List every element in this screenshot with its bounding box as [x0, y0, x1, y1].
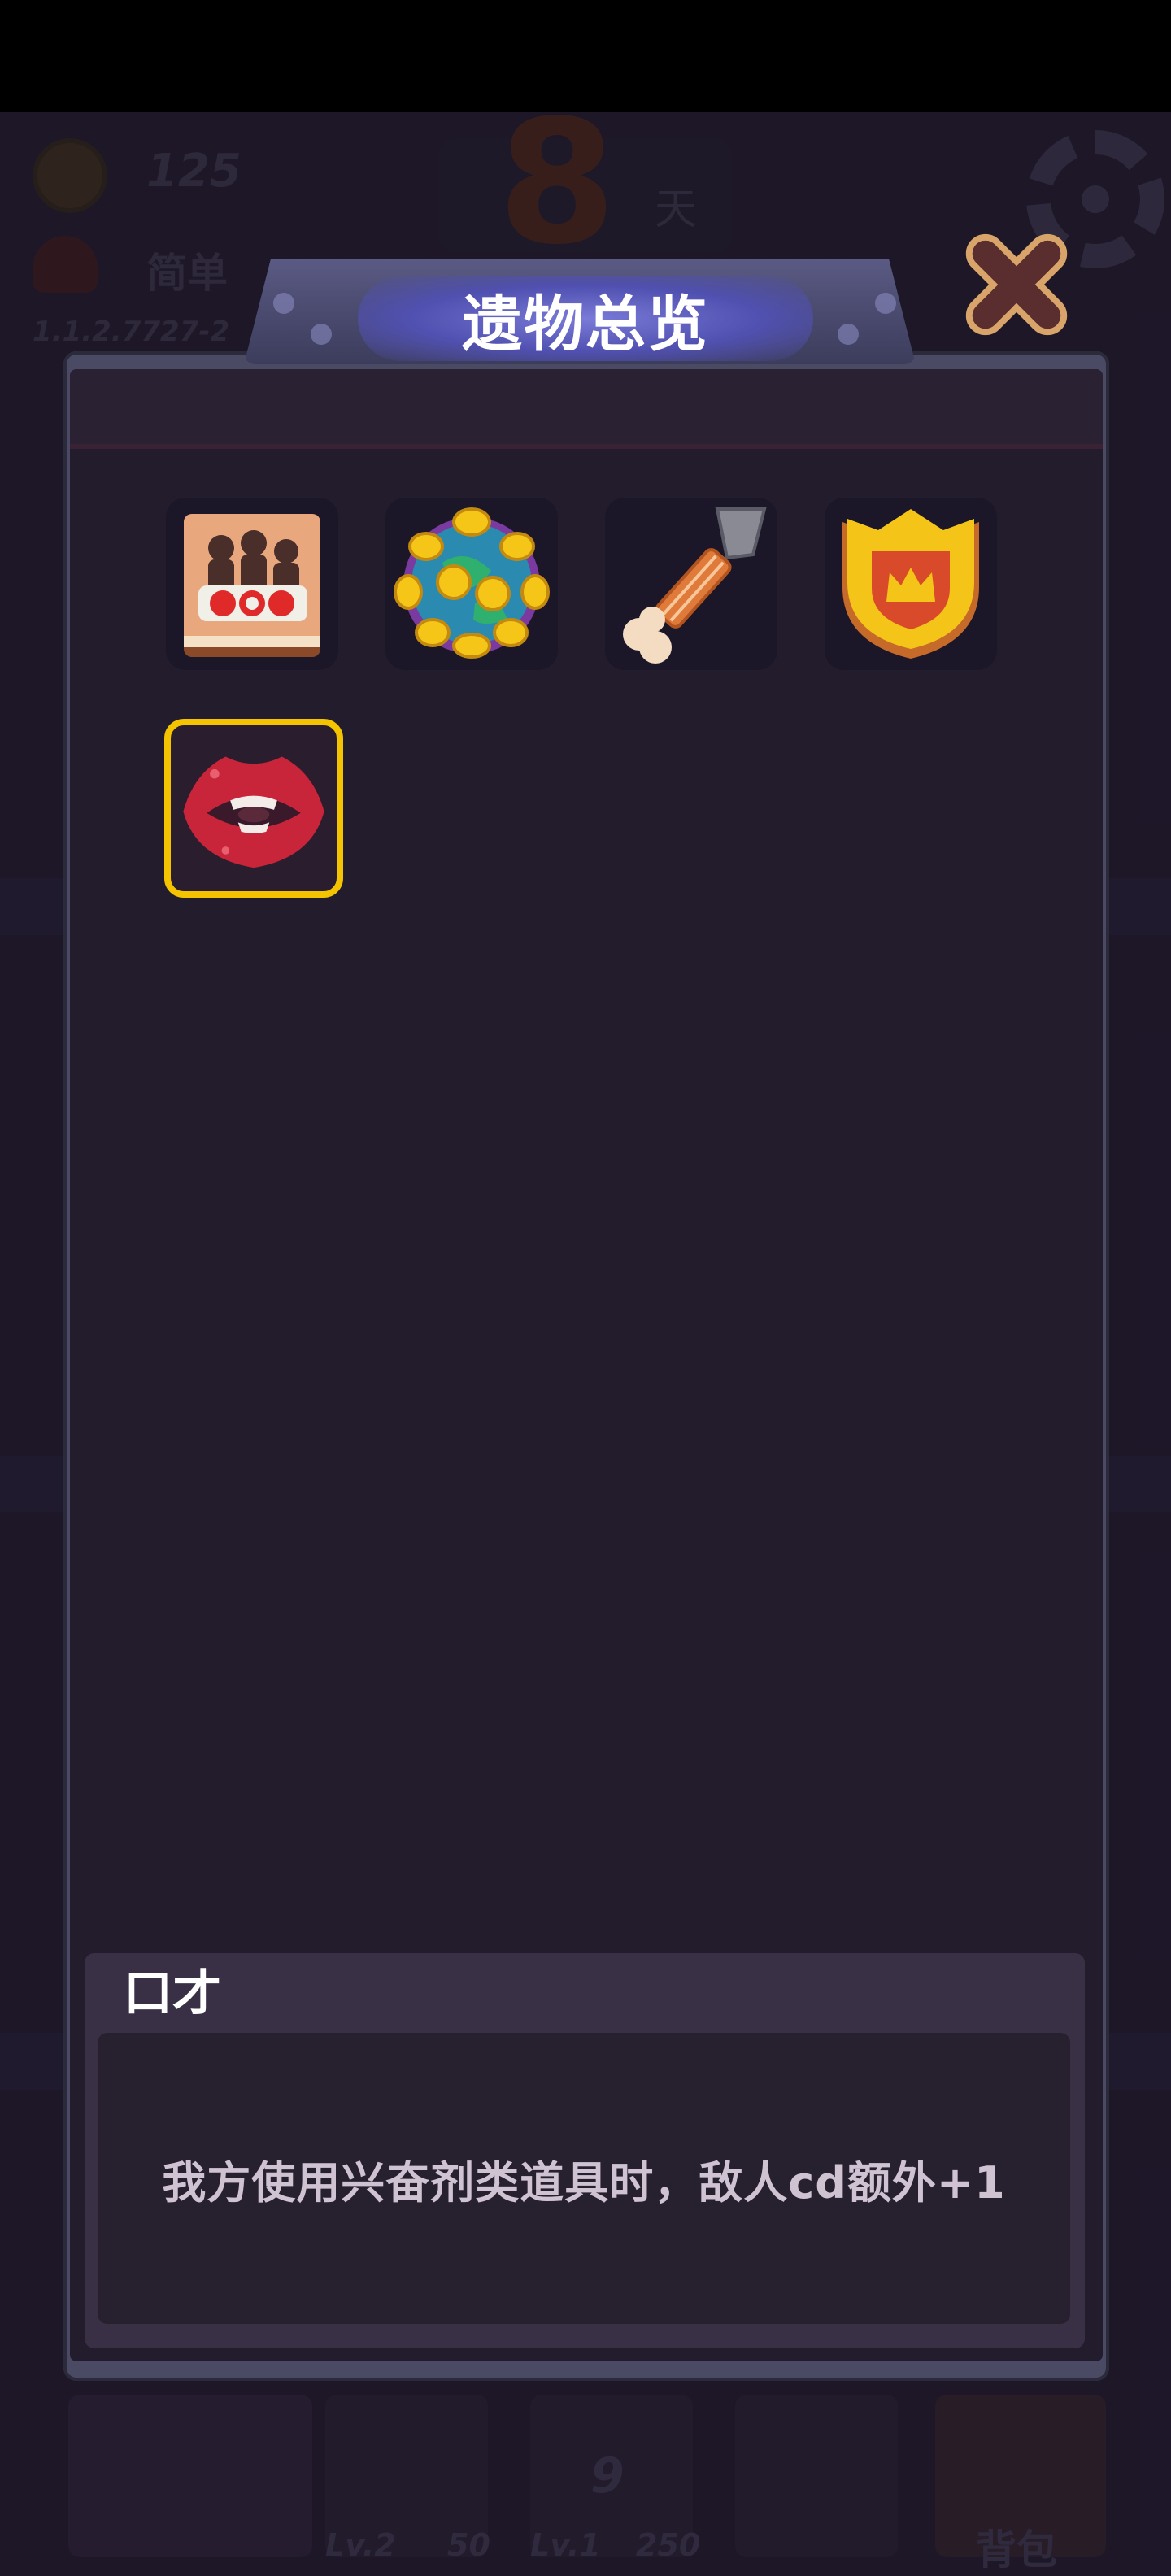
relic-description-box: 我方使用兴奋剂类道具时，敌人cd额外+1	[98, 2033, 1070, 2324]
decor-dot	[838, 324, 859, 345]
crown-shield-icon	[842, 509, 979, 659]
decor-dot	[311, 324, 332, 345]
relic-slot[interactable]	[385, 498, 558, 670]
sos-book-icon	[184, 514, 320, 657]
relic-name: 口才	[124, 1965, 221, 2022]
relic-slot-selected[interactable]	[164, 719, 343, 898]
syringe-bone-icon	[623, 507, 767, 664]
spiked-orb-icon	[394, 507, 550, 659]
relic-slot[interactable]	[166, 498, 338, 670]
divider	[70, 444, 1103, 449]
relic-slot[interactable]	[825, 498, 997, 670]
relic-slot[interactable]	[605, 498, 777, 670]
mouth-lips-icon	[183, 756, 324, 868]
close-x-icon	[965, 233, 1068, 336]
decor-dot	[273, 293, 294, 314]
relic-description: 我方使用兴奋剂类道具时，敌人cd额外+1	[162, 2156, 1006, 2208]
close-button[interactable]	[951, 220, 1082, 350]
game-screen: 125 简单 1.1.2.7727-2 8 天 Lv.2 50 Lv.1 250…	[0, 0, 1171, 2576]
decor-dot	[875, 293, 896, 314]
dialog-title: 遗物总览	[462, 289, 709, 359]
panel-header-strip	[70, 369, 1103, 449]
